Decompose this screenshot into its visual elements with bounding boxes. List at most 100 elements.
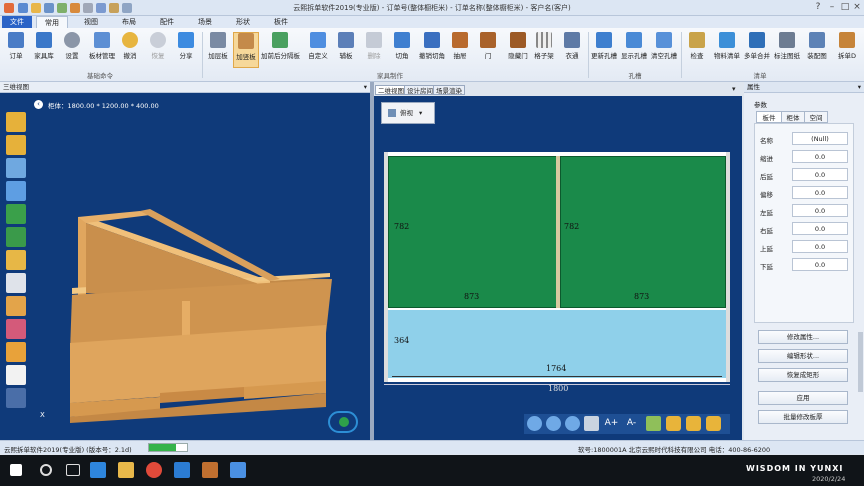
modify-properties-button[interactable]: 修改属性... — [758, 330, 848, 344]
check-button[interactable]: 检查 — [684, 32, 710, 68]
zoom-icon[interactable] — [6, 181, 26, 201]
yunxi-taskbar-icon[interactable] — [202, 462, 218, 478]
search-icon[interactable] — [40, 464, 52, 476]
window-title: 云熙拆单软件2019(专业版) - 订单号(整体橱柜米) - 订单名称(整体橱柜… — [293, 4, 571, 12]
lock-icon[interactable] — [666, 416, 681, 431]
panel-right-section[interactable] — [560, 156, 726, 308]
tab-common[interactable]: 常用 — [36, 16, 68, 28]
tab-layout[interactable]: 布局 — [114, 16, 144, 28]
page-icon[interactable] — [6, 273, 26, 293]
tab-2d-view[interactable]: 二维视图 — [375, 85, 407, 95]
tab-board[interactable]: 板件 — [266, 16, 296, 28]
edge-icon[interactable] — [90, 462, 106, 478]
dim-line-inner — [392, 376, 722, 377]
print-preview-icon[interactable] — [584, 416, 599, 431]
puzzle-add-icon[interactable] — [6, 135, 26, 155]
file-explorer-icon[interactable] — [118, 462, 134, 478]
split-order-button[interactable]: 拆单D — [834, 32, 860, 68]
panel-left-section[interactable] — [388, 156, 558, 308]
expand-icon[interactable] — [6, 204, 26, 224]
eraser-icon[interactable] — [646, 416, 661, 431]
palette-icon[interactable] — [6, 319, 26, 339]
restore-rectangle-button[interactable]: 恢复成矩形 — [758, 368, 848, 382]
field-indent-value[interactable]: 0.0 — [792, 150, 848, 163]
windows-start-icon[interactable] — [10, 464, 22, 476]
font-increase-icon[interactable]: A+ — [604, 416, 619, 431]
brush-icon[interactable] — [6, 342, 26, 362]
properties-scrollbar[interactable] — [858, 332, 863, 392]
hand-icon[interactable] — [6, 250, 26, 270]
lock-edit-icon[interactable] — [686, 416, 701, 431]
chamfer-button[interactable]: 切角 — [389, 32, 415, 68]
clothes-rail-button[interactable]: 衣通 — [559, 32, 585, 68]
tab-design-room[interactable]: 设计房间 — [404, 85, 436, 95]
task-view-icon[interactable] — [66, 464, 80, 476]
view-mode-dropdown[interactable]: 俯视 ▾ — [381, 102, 435, 124]
shapes-icon[interactable] — [6, 296, 26, 316]
app-icon-blue[interactable] — [230, 462, 246, 478]
redo-icon — [150, 32, 166, 48]
close-button[interactable]: × — [851, 1, 863, 13]
lock-all-icon[interactable] — [706, 416, 721, 431]
share-button[interactable]: 分享 — [173, 32, 199, 68]
fit-icon[interactable] — [6, 227, 26, 247]
zoom-out-icon[interactable] — [546, 416, 561, 431]
progress-fill — [149, 444, 176, 451]
door-button[interactable]: 门 — [475, 32, 501, 68]
show-holes-button[interactable]: 显示孔槽 — [621, 32, 647, 68]
field-left-extend-value[interactable]: 0.0 — [792, 204, 848, 217]
add-shelf-button[interactable]: 加层板 — [205, 32, 231, 68]
settings-button[interactable]: 设置 — [59, 32, 85, 68]
field-top-extend-value[interactable]: 0.0 — [792, 240, 848, 253]
font-decrease-icon[interactable]: A- — [624, 416, 639, 431]
material-list-icon — [719, 32, 735, 48]
panel-2d-pin-icon[interactable]: ▾ — [732, 85, 736, 93]
puzzle-icon[interactable] — [6, 112, 26, 132]
center-divider — [556, 156, 560, 308]
chrome-icon[interactable] — [146, 462, 162, 478]
apply-button[interactable]: 应用 — [758, 391, 848, 405]
batch-thickness-button[interactable]: 批量修改板厚 — [758, 410, 848, 424]
compass-icon — [339, 417, 349, 427]
label-drawing-button[interactable]: 标注图纸 — [774, 32, 800, 68]
field-offset-value[interactable]: 0.0 — [792, 186, 848, 199]
update-holes-button[interactable]: 更新孔槽 — [591, 32, 617, 68]
field-bottom-extend-value[interactable]: 0.0 — [792, 258, 848, 271]
zoom-fit-icon[interactable] — [565, 416, 580, 431]
add-vertical-board-button[interactable]: 加竖板 — [233, 32, 259, 68]
split-order-icon — [839, 32, 855, 48]
panel-drawing[interactable]: 782 782 873 873 364 1764 — [384, 152, 730, 382]
tab-scene-render[interactable]: 场景渲染 — [433, 85, 465, 95]
field-name-value[interactable]: (Null) — [792, 132, 848, 145]
zoom-in-icon[interactable] — [527, 416, 542, 431]
app-icon-w[interactable] — [174, 462, 190, 478]
viewport-3d[interactable]: ‹ 柜体：1800.00 * 1200.00 * 400.00 X — [0, 93, 370, 440]
assembly-drawing-button[interactable]: 装配图 — [804, 32, 830, 68]
pin-icon[interactable]: ▾ — [364, 82, 367, 93]
properties-pin-icon[interactable]: ▾ — [858, 82, 861, 93]
tab-accessories[interactable]: 配件 — [152, 16, 182, 28]
refresh-icon[interactable] — [6, 158, 26, 178]
tab-board-props[interactable]: 板件 — [756, 111, 782, 123]
tab-shape[interactable]: 形状 — [228, 16, 258, 28]
clear-holes-button[interactable]: 清空孔槽 — [651, 32, 677, 68]
tab-space-props[interactable]: 空间 — [804, 111, 828, 123]
merge-orders-button[interactable]: 多单合并 — [744, 32, 770, 68]
maximize-button[interactable]: □ — [839, 1, 851, 13]
add-divider-button[interactable]: 加前后分隔板 — [261, 32, 300, 68]
field-back-extend-value[interactable]: 0.0 — [792, 168, 848, 181]
tab-file[interactable]: 文件 — [2, 16, 32, 28]
tab-cabinet-props[interactable]: 柜体 — [781, 111, 805, 123]
view-cube-icon[interactable] — [328, 411, 358, 433]
drawer-icon — [452, 32, 468, 48]
cabinet-3d-model[interactable] — [0, 93, 370, 440]
texture-icon[interactable] — [6, 388, 26, 408]
edit-shape-button[interactable]: 编辑形状... — [758, 349, 848, 363]
checker-icon[interactable] — [6, 365, 26, 385]
tab-view[interactable]: 视图 — [76, 16, 106, 28]
minimize-button[interactable]: – — [826, 1, 838, 13]
tab-scene[interactable]: 场景 — [190, 16, 220, 28]
field-right-extend-value[interactable]: 0.0 — [792, 222, 848, 235]
material-list-button[interactable]: 物料清单 — [714, 32, 740, 68]
help-icon[interactable]: ? — [812, 1, 824, 13]
